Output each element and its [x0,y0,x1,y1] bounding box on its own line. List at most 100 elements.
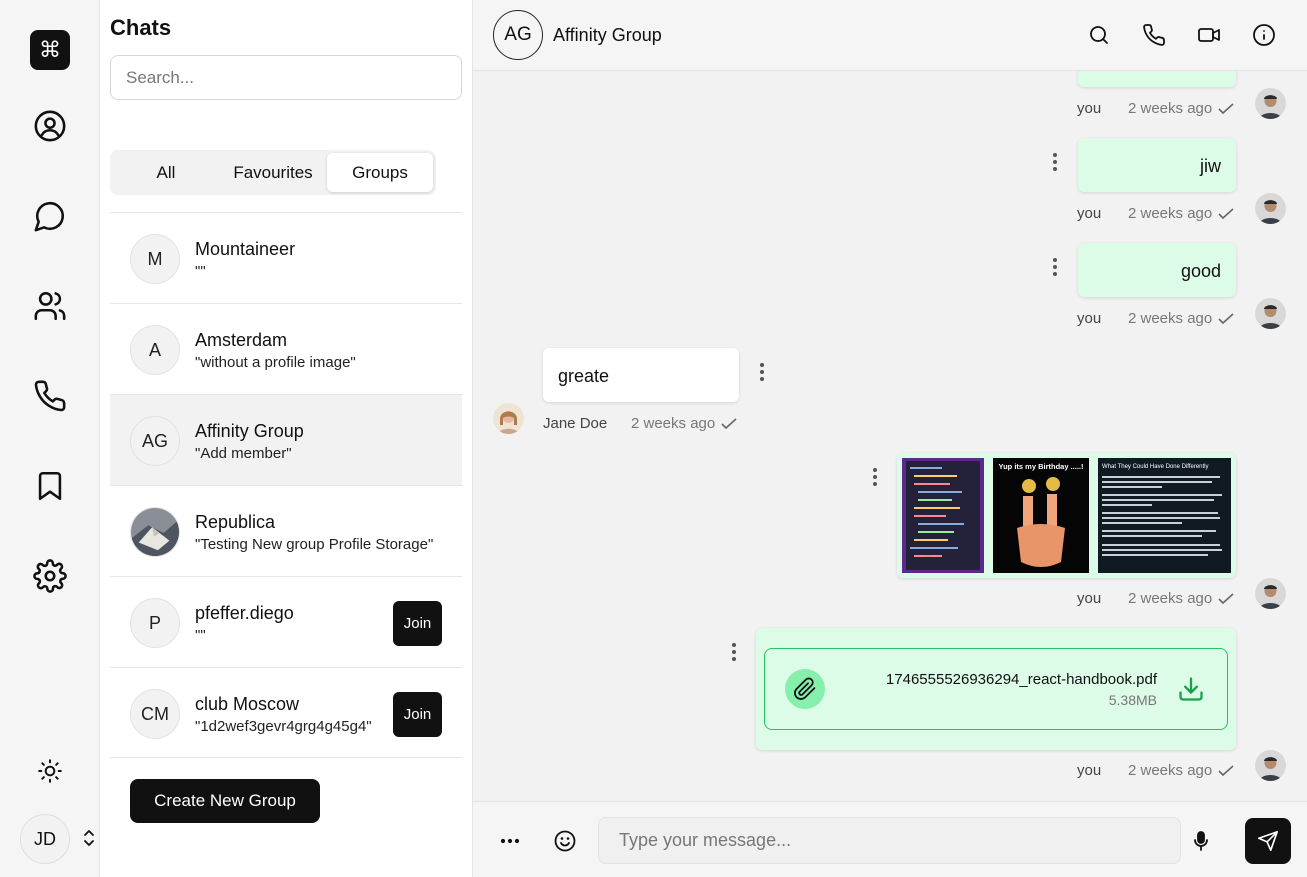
message-options-icon[interactable] [730,643,738,661]
message-options-icon[interactable] [871,468,879,486]
image-message[interactable]: Yup its my Birthday .....! What They Cou… [897,453,1236,578]
chat-name: Republica [195,512,276,532]
avatar [493,403,524,434]
image-caption: Yup its my Birthday .....! [998,462,1083,471]
conversation-header: AG Affinity Group [473,0,1307,71]
chat-last-message: "" [195,627,206,644]
send-icon [1258,831,1278,851]
more-options-icon[interactable] [498,829,522,853]
chat-item-club-moscow[interactable]: CM club Moscow "1d2wef3gevr4grg4g45g4" J… [110,667,462,758]
message-time: 2 weeks ago [1128,310,1213,327]
message-sender: you [1077,100,1102,117]
avatar: CM [130,689,180,739]
message-list: you 2 weeks ago jiw you 2 weeks ago good… [473,71,1307,801]
tab-all[interactable]: All [114,153,218,192]
check-icon [1218,102,1234,115]
app-logo[interactable]: ⌘ [30,30,70,70]
send-button[interactable] [1245,818,1291,864]
left-rail: ⌘ JD [0,0,100,877]
sun-icon[interactable] [29,750,71,792]
users-icon[interactable] [29,285,71,327]
create-new-group-button[interactable]: Create New Group [130,779,320,823]
message-time: 2 weeks ago [1128,590,1213,607]
chat-name: Mountaineer [195,239,296,259]
tab-groups[interactable]: Groups [327,153,433,192]
chat-item-amsterdam[interactable]: A Amsterdam "without a profile image" [110,303,462,394]
join-button[interactable]: Join [393,601,442,646]
conversation-title[interactable]: Affinity Group [553,25,662,46]
message-time: 2 weeks ago [631,415,716,432]
emoji-icon[interactable] [553,829,577,853]
user-avatar[interactable]: JD [20,814,70,864]
chat-last-message: "" [195,263,206,280]
avatar [1255,193,1286,224]
chat-last-message: "Testing New group Profile Storage" [195,536,434,553]
conversation-pane: AG Affinity Group you 2 weeks ago jiw yo… [473,0,1307,877]
image-thumbnail[interactable] [902,458,984,573]
message-options-icon[interactable] [758,363,766,381]
message-sender: you [1077,590,1102,607]
avatar[interactable]: AG [493,10,543,60]
avatar: P [130,598,180,648]
message-sender: Jane Doe [543,415,608,432]
message-time: 2 weeks ago [1128,100,1213,117]
avatar [1255,750,1286,781]
chat-item-affinity-group[interactable]: AG Affinity Group "Add member" [110,394,462,485]
chevrons-up-down-icon[interactable] [82,827,96,849]
message-input[interactable] [598,817,1181,864]
message-text: greate [558,366,610,386]
chat-list-panel: Chats All Favourites Groups M Mountainee… [100,0,473,877]
chat-bubble-icon[interactable] [29,195,71,237]
microphone-icon[interactable] [1189,829,1213,853]
message-sender: you [1077,310,1102,327]
chat-name: pfeffer.diego [195,603,294,623]
chat-item-republica[interactable]: Republica "Testing New group Profile Sto… [110,485,462,576]
profile-icon[interactable] [29,105,71,147]
message-sender: you [1077,762,1102,779]
image-thumbnail[interactable]: What They Could Have Done Differently [1098,458,1231,573]
avatar: A [130,325,180,375]
bookmark-icon[interactable] [29,465,71,507]
chat-item-pfeffer-diego[interactable]: P pfeffer.diego "" Join [110,576,462,667]
info-icon[interactable] [1252,23,1276,47]
phone-icon[interactable] [1142,23,1166,47]
message-bubble[interactable]: greate [543,348,739,402]
tab-favourites[interactable]: Favourites [220,153,326,192]
chat-name: Affinity Group [195,421,304,441]
paperclip-icon [785,669,825,709]
chat-item-mountaineer[interactable]: M Mountaineer "" [110,212,462,303]
join-button[interactable]: Join [393,692,442,737]
chat-name: club Moscow [195,694,300,714]
phone-icon[interactable] [29,375,71,417]
message-bubble[interactable] [1078,71,1236,87]
message-options-icon[interactable] [1051,258,1059,276]
chat-last-message: "1d2wef3gevr4grg4g45g4" [195,718,372,735]
message-bubble[interactable]: good [1078,243,1236,297]
avatar [1255,298,1286,329]
file-name: 1746555526936294_react-handbook.pdf [885,671,1157,688]
file-attachment[interactable]: 1746555526936294_react-handbook.pdf 5.38… [764,648,1228,730]
search-input[interactable] [110,55,462,100]
search-icon[interactable] [1087,23,1111,47]
message-composer [473,801,1307,877]
file-size: 5.38MB [1108,692,1157,708]
panel-title: Chats [110,15,172,40]
image-caption: What They Could Have Done Differently [1102,464,1209,470]
avatar [1255,578,1286,609]
chat-list: M Mountaineer "" A Amsterdam "without a … [110,212,462,758]
image-thumbnail[interactable]: Yup its my Birthday .....! [993,458,1089,573]
video-icon[interactable] [1197,23,1221,47]
message-text: good [1180,261,1221,281]
avatar [1255,88,1286,119]
message-options-icon[interactable] [1051,153,1059,171]
check-icon [1218,592,1234,605]
avatar: AG [130,416,180,466]
avatar: M [130,234,180,284]
chat-last-message: "without a profile image" [195,354,356,371]
check-icon [1218,312,1234,325]
download-icon[interactable] [1177,675,1205,703]
message-bubble[interactable]: jiw [1078,138,1236,192]
message-time: 2 weeks ago [1128,762,1213,779]
check-icon [721,417,737,430]
settings-icon[interactable] [29,555,71,597]
